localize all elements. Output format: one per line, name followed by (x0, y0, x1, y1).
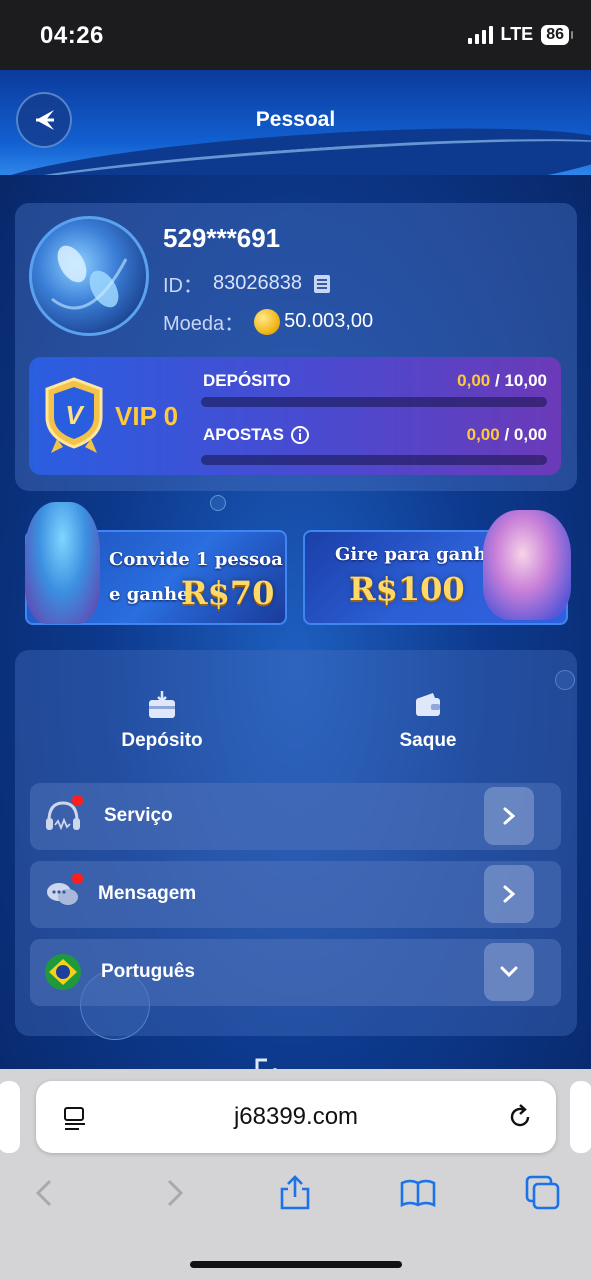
battery-icon: 86 (541, 24, 573, 45)
next-tab-peek[interactable] (570, 1081, 591, 1153)
signal-icon (467, 25, 493, 44)
language-dropdown-button[interactable] (484, 943, 534, 1001)
service-chevron-button[interactable] (484, 787, 534, 845)
notification-dot (72, 795, 83, 806)
app-screen: Pessoal 529***691 ID： 83026838 Moeda： 50… (0, 70, 591, 1070)
previous-tab-peek[interactable] (0, 1081, 20, 1153)
username: 529***691 (163, 223, 281, 253)
mermaid-illustration (25, 502, 100, 624)
spin-banner-amount: R$100 (349, 570, 465, 608)
back-icon[interactable] (28, 1175, 64, 1211)
coin-icon (254, 308, 281, 335)
svg-text:V: V (65, 400, 85, 430)
deposit-progress-bar (201, 397, 547, 407)
withdraw-button[interactable]: Saque (358, 690, 498, 752)
deposit-label: Depósito (121, 730, 203, 751)
browser-nav-row (0, 1169, 591, 1219)
invite-banner-line2: e ganhe (109, 584, 189, 605)
bets-progress-label: APOSTAS (203, 425, 310, 445)
home-indicator (190, 1261, 402, 1268)
avatar[interactable] (29, 216, 149, 336)
page-title: Pessoal (255, 108, 336, 131)
wallet-icon (416, 693, 440, 716)
address-bar[interactable]: j68399.com (36, 1081, 556, 1153)
invite-banner-line1: Convide 1 pessoa (109, 549, 283, 570)
share-icon[interactable] (277, 1175, 313, 1211)
bubble-decoration (210, 495, 226, 511)
menu-item-message[interactable]: Mensagem (30, 861, 561, 928)
reload-icon[interactable] (506, 1103, 534, 1131)
status-indicators: LTE 86 (467, 24, 573, 45)
pisces-fish-icon (51, 245, 128, 310)
deposit-progress-label: DEPÓSITO (203, 371, 291, 391)
status-bar: 04:26 LTE 86 (0, 0, 591, 70)
forward-icon[interactable] (155, 1175, 191, 1211)
profile-card: 529***691 ID： 83026838 Moeda： 50.003,00 … (15, 203, 577, 491)
mermaid-illustration (483, 510, 571, 620)
network-type: LTE (500, 24, 534, 44)
url-text: j68399.com (233, 1103, 359, 1130)
bets-target: / 0,00 (504, 425, 547, 444)
notification-dot (72, 873, 83, 884)
deposit-icon (149, 691, 175, 718)
menu-item-service[interactable]: Serviço (30, 783, 561, 850)
bets-progress-bar (201, 455, 547, 465)
deposit-button[interactable]: Depósito (92, 690, 232, 752)
status-time: 04:26 (40, 22, 104, 49)
tabs-icon[interactable] (525, 1175, 561, 1211)
deposit-current: 0,00 (457, 371, 491, 390)
info-icon[interactable] (290, 425, 310, 445)
message-chevron-button[interactable] (484, 865, 534, 923)
chevron-down-icon (500, 966, 518, 978)
invite-banner-amount: R$70 (181, 574, 275, 612)
service-label: Serviço (104, 805, 173, 826)
invite-banner[interactable]: Convide 1 pessoa e ganhe R$70 (25, 502, 287, 625)
vip-level: VIP 0 (115, 401, 179, 431)
user-id-row: ID： 83026838 (163, 269, 334, 298)
coin-label: Moeda： (163, 313, 245, 335)
vip-shield-icon: V (45, 377, 103, 453)
bookmarks-icon[interactable] (400, 1175, 436, 1211)
brazil-flag-icon (45, 954, 81, 990)
menu-card: Depósito Saque Serviço Mensagem Portuguê… (15, 650, 577, 1036)
bets-progress-value: 0,00 / 0,00 (467, 425, 547, 445)
id-label: ID： (163, 275, 203, 297)
menu-item-language[interactable]: Português (30, 939, 561, 1006)
withdraw-label: Saque (399, 730, 457, 751)
chevron-right-icon (503, 885, 516, 903)
language-label: Português (101, 961, 195, 982)
copy-icon[interactable] (312, 273, 334, 295)
browser-toolbar: j68399.com (0, 1069, 591, 1280)
bets-label: APOSTAS (203, 425, 284, 444)
spin-banner[interactable]: Gire para ganhar R$100 (303, 510, 571, 625)
id-value: 83026838 (213, 272, 302, 294)
deposit-target: / 10,00 (495, 371, 547, 390)
coin-row: Moeda： 50.003,00 (163, 307, 373, 336)
message-label: Mensagem (98, 883, 197, 904)
deposit-label: DEPÓSITO (203, 371, 291, 390)
spin-banner-line1: Gire para ganhar (335, 544, 508, 565)
deposit-progress-value: 0,00 / 10,00 (457, 371, 547, 391)
page-header: Pessoal (0, 70, 591, 175)
bets-current: 0,00 (466, 425, 500, 444)
coin-balance: 50.003,00 (284, 310, 374, 332)
chevron-right-icon (503, 807, 516, 825)
vip-progress-box: V VIP 0 DEPÓSITO 0,00 / 10,00 APOSTAS 0,… (29, 357, 561, 475)
